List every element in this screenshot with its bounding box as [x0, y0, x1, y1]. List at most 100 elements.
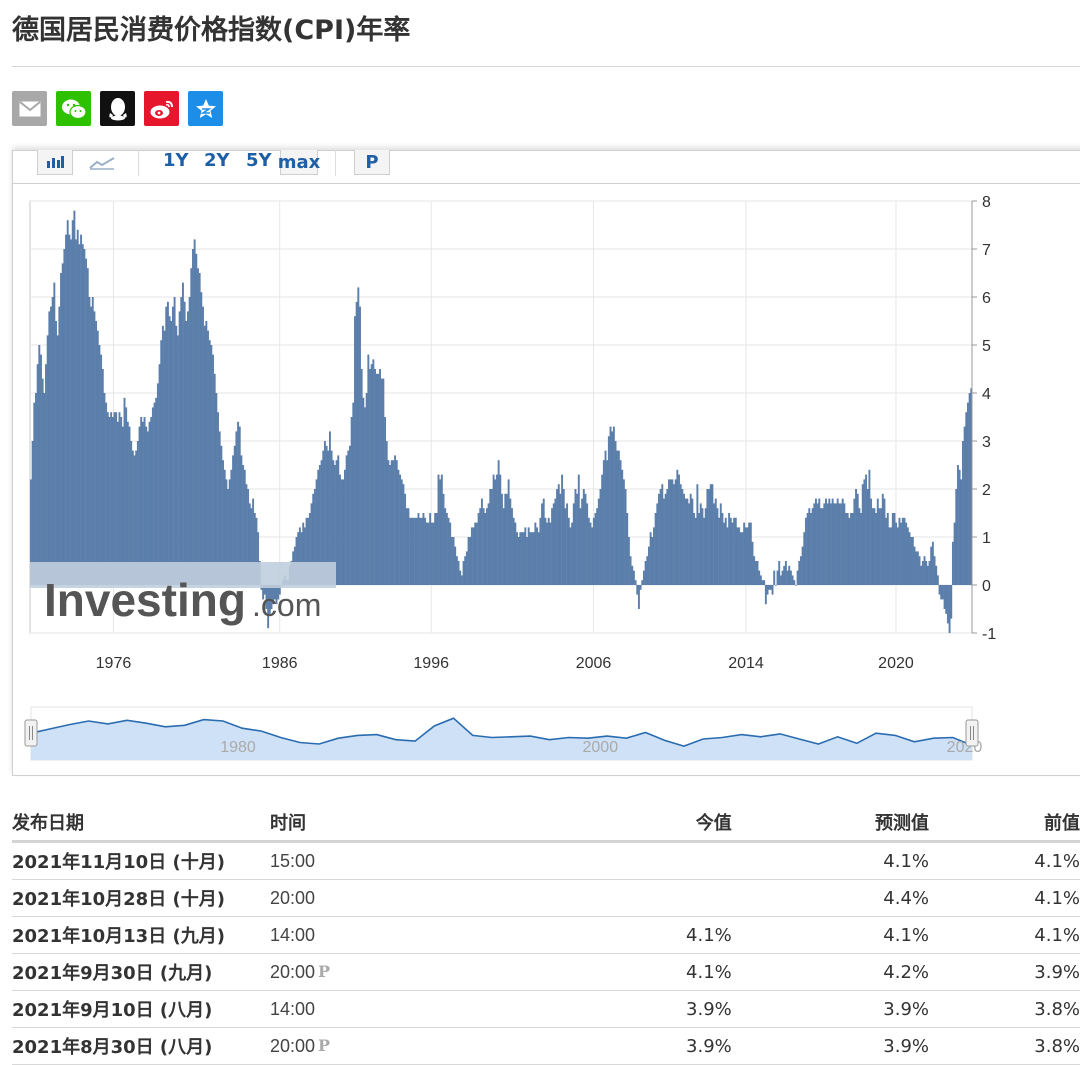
bar [404, 493, 407, 585]
bar [936, 575, 939, 585]
navigator-handle-left[interactable] [24, 719, 38, 747]
bar [511, 508, 513, 585]
bar [916, 551, 919, 585]
bar [656, 503, 659, 585]
release-date-cell: 2021年9月30日 (九月) [12, 953, 270, 991]
table-row: 2021年9月10日 (八月) 14:00 3.9% 3.9% 3.8% [12, 990, 1080, 1028]
bar [848, 517, 851, 585]
bar [38, 345, 41, 585]
bar [796, 570, 799, 585]
bar [709, 484, 712, 585]
bar [631, 565, 634, 585]
bar [823, 503, 826, 585]
bar [469, 537, 472, 585]
bar [794, 585, 797, 586]
bar [354, 316, 356, 585]
bar [475, 522, 478, 585]
bar [380, 378, 383, 585]
table-row: 2021年9月30日 (九月) 20:00 P 4.1% 4.2% 3.9% [12, 953, 1080, 991]
y-tick-label: 6 [982, 290, 991, 307]
bar [679, 484, 682, 585]
bar [198, 273, 201, 585]
bar [788, 565, 791, 585]
bar [188, 297, 191, 585]
bar [961, 441, 964, 585]
forecast-cell-text: 4.1% [883, 850, 930, 872]
bar [753, 556, 756, 585]
bar [813, 503, 816, 585]
bar [738, 527, 741, 585]
bar [495, 474, 498, 585]
bar [185, 321, 188, 585]
bar [569, 527, 572, 585]
bar [663, 498, 665, 585]
time-cell-text: 20:00 [270, 1035, 316, 1056]
bar [101, 369, 104, 585]
bar [519, 532, 522, 585]
bar [85, 258, 88, 585]
bar [716, 508, 719, 585]
bar [410, 517, 413, 585]
bar [703, 517, 706, 585]
bar [402, 484, 405, 585]
navigator-handle-right[interactable] [965, 719, 979, 747]
bar [507, 479, 510, 585]
bar [33, 402, 36, 585]
bar [626, 513, 629, 585]
bar [539, 517, 542, 585]
bar [951, 541, 954, 585]
previous-cell: 3.9% [939, 953, 1080, 991]
navigator-label: 1980 [220, 739, 256, 756]
bar [60, 273, 62, 585]
actual-cell [570, 841, 742, 880]
bar [676, 469, 679, 585]
forecast-cell: 3.9% [741, 990, 940, 1028]
bar [948, 585, 951, 633]
bar [689, 493, 692, 585]
bar [375, 373, 378, 585]
bar [180, 297, 183, 585]
bar [88, 297, 91, 585]
bar [118, 412, 121, 585]
bar [728, 513, 731, 585]
bar [734, 517, 737, 585]
y-tick-label: 3 [982, 434, 991, 451]
bar [611, 431, 614, 585]
bar [205, 321, 208, 585]
time-cell: 14:00 [270, 916, 570, 954]
bar [183, 301, 186, 585]
bar [516, 532, 518, 585]
bar [873, 508, 876, 585]
bar [531, 532, 533, 585]
bar [696, 484, 699, 585]
bar [379, 369, 381, 585]
forecast-cell: 4.2% [741, 953, 940, 991]
bar [741, 532, 744, 585]
bar [41, 378, 44, 585]
bar [878, 508, 881, 585]
previous-cell-text: 4.1% [1034, 850, 1080, 872]
forecast-cell: 4.1% [741, 841, 940, 880]
bar [931, 541, 934, 585]
bar [470, 527, 473, 585]
bar [713, 503, 716, 585]
bar [350, 417, 353, 585]
bar [943, 585, 946, 609]
bar [178, 311, 181, 585]
bar [362, 397, 365, 585]
bar [647, 546, 650, 585]
bar [731, 522, 734, 585]
bar [913, 546, 916, 585]
table-row: 2021年8月30日 (八月) 20:00 P 3.9% 3.9% 3.8% [12, 1027, 1080, 1065]
bar [903, 517, 906, 585]
bar [781, 570, 784, 585]
bar [571, 522, 574, 585]
bar [53, 282, 56, 585]
bar [901, 517, 904, 585]
bar [547, 517, 550, 585]
bar [579, 508, 582, 585]
bar [110, 412, 113, 585]
bar [846, 513, 849, 585]
bar [394, 455, 397, 585]
bar [534, 522, 537, 585]
